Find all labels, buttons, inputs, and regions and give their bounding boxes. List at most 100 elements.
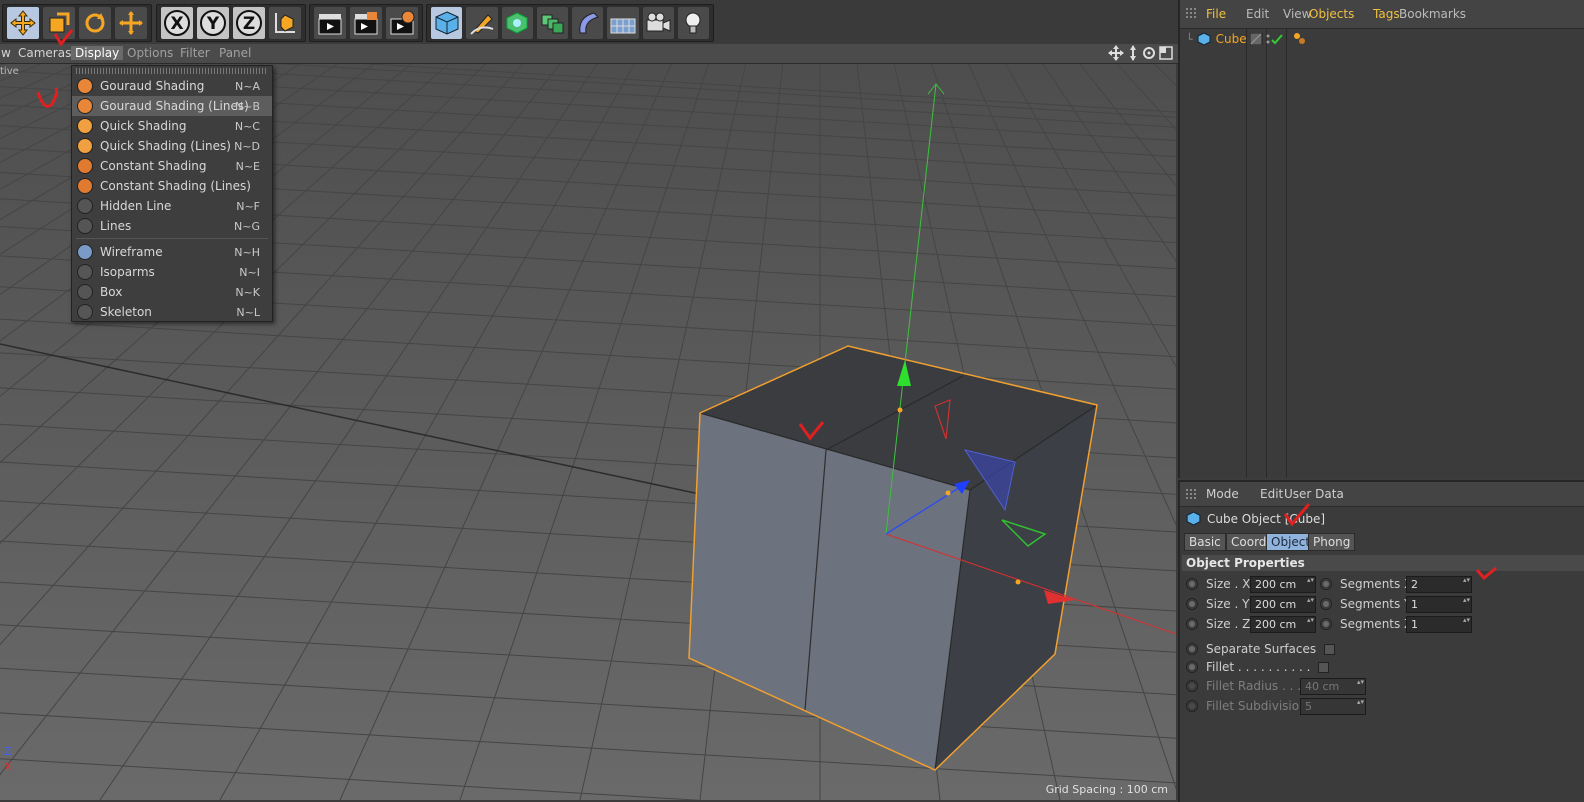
x-axis-button[interactable]: X <box>161 7 193 39</box>
rotate-tool-button[interactable] <box>79 7 111 39</box>
display-menu-item[interactable]: Isoparms N~I <box>72 262 272 282</box>
tab-phong[interactable]: Phong <box>1308 533 1356 551</box>
viewport-menu-view[interactable]: w <box>0 46 15 60</box>
display-menu-item[interactable]: Constant Shading (Lines) <box>72 176 272 196</box>
segments-x-animate-toggle[interactable] <box>1320 578 1332 590</box>
live-selection-button[interactable] <box>115 7 147 39</box>
attributes-menu-mode[interactable]: Mode <box>1206 487 1239 501</box>
display-menu-item[interactable]: Hidden Line N~F <box>72 196 272 216</box>
camera-button[interactable] <box>642 7 674 39</box>
object-name-cube[interactable]: Cube <box>1216 32 1247 46</box>
display-menu-item[interactable]: Constant Shading N~E <box>72 156 272 176</box>
fillet-radius-row: Fillet Radius . . . . <box>1186 679 1309 693</box>
floor-button[interactable] <box>607 7 639 39</box>
visibility-toggles[interactable] <box>1250 33 1284 45</box>
fillet-subdivision-field: 5 <box>1300 698 1366 715</box>
render-picture-viewer-button[interactable] <box>350 7 382 39</box>
z-axis-icon: Z <box>236 10 262 36</box>
tool-group-transform <box>2 4 152 42</box>
objects-menu-objects[interactable]: Objects <box>1309 7 1354 21</box>
viewport-menu-filter[interactable]: Filter <box>176 46 214 60</box>
size-x-field[interactable]: 200 cm <box>1250 576 1316 593</box>
objects-menu-edit[interactable]: Edit <box>1246 7 1269 21</box>
size-y-field[interactable]: 200 cm <box>1250 596 1316 613</box>
separate-surfaces-row: Separate Surfaces <box>1186 642 1336 656</box>
display-menu-item[interactable]: Box N~K <box>72 282 272 302</box>
display-menu-item-shortcut: N~K <box>235 285 260 299</box>
move-arrows-icon <box>10 10 36 36</box>
separate-surfaces-animate-toggle[interactable] <box>1186 643 1198 655</box>
segments-x-field[interactable]: 2 <box>1406 576 1472 593</box>
svg-text:Z: Z <box>243 14 255 34</box>
z-axis-button[interactable]: Z <box>233 7 265 39</box>
objects-menu-file[interactable]: File <box>1206 7 1226 21</box>
viewport-menu-options[interactable]: Options <box>123 46 177 60</box>
tab-basic[interactable]: Basic <box>1184 533 1226 551</box>
viewport-menu-cameras[interactable]: Cameras <box>14 46 75 60</box>
light-bulb-icon <box>685 12 701 34</box>
viewport-menu-display[interactable]: Display <box>71 46 124 60</box>
size-z-row: Size . Z <box>1186 617 1250 631</box>
viewport-navigation-icons[interactable] <box>1108 45 1174 62</box>
tag-icon[interactable] <box>1292 32 1308 46</box>
segments-y-field[interactable]: 1 <box>1406 596 1472 613</box>
shading-mode-icon <box>77 264 93 280</box>
display-menu-item-label: Skeleton <box>100 305 152 319</box>
attributes-menu-edit[interactable]: Edit <box>1260 487 1283 501</box>
objects-menu-bar: File Edit View Objects Tags Bookmarks <box>1180 0 1584 29</box>
add-cube-button[interactable] <box>431 7 463 39</box>
size-x-animate-toggle[interactable] <box>1186 578 1198 590</box>
display-menu-item[interactable]: Skeleton N~L <box>72 302 272 322</box>
display-menu-item[interactable]: Quick Shading (Lines) N~D <box>72 136 272 156</box>
display-menu-item[interactable]: Gouraud Shading (Lines) N~B <box>72 96 272 116</box>
size-z-field[interactable]: 200 cm <box>1250 616 1316 633</box>
separate-surfaces-checkbox[interactable] <box>1324 643 1336 655</box>
object-row-cube[interactable]: └ Cube <box>1180 30 1584 48</box>
panel-grip-icon[interactable] <box>1186 8 1198 20</box>
size-y-animate-toggle[interactable] <box>1186 598 1198 610</box>
attributes-title-text: Cube Object [Cube] <box>1207 511 1326 526</box>
coordinate-system-button[interactable] <box>269 7 301 39</box>
move-tool-button[interactable] <box>7 7 39 39</box>
bend-deformer-icon <box>578 12 599 34</box>
panel-grip-icon[interactable] <box>1186 489 1198 501</box>
light-button[interactable] <box>677 7 709 39</box>
shading-mode-icon <box>77 158 93 174</box>
render-settings-button[interactable] <box>386 7 418 39</box>
fillet-animate-toggle[interactable] <box>1186 661 1198 673</box>
display-menu-item-label: Gouraud Shading <box>100 79 205 93</box>
size-y-label: Size . Y <box>1206 597 1250 611</box>
shading-mode-icon <box>77 304 93 320</box>
objects-menu-view[interactable]: View <box>1283 7 1311 21</box>
scale-tool-button[interactable] <box>43 7 75 39</box>
deformer-button[interactable] <box>572 7 604 39</box>
world-axis-x-label: X <box>4 760 12 773</box>
display-menu-item[interactable]: Wireframe N~H <box>72 242 272 262</box>
segments-y-animate-toggle[interactable] <box>1320 598 1332 610</box>
attributes-menu-user-data[interactable]: User Data <box>1284 487 1344 501</box>
segments-z-animate-toggle[interactable] <box>1320 618 1332 630</box>
objects-menu-bookmarks[interactable]: Bookmarks <box>1399 7 1466 21</box>
segments-z-field[interactable]: 1 <box>1406 616 1472 633</box>
section-header-text: Object Properties <box>1186 556 1305 570</box>
array-button[interactable] <box>536 7 568 39</box>
y-axis-button[interactable]: Y <box>197 7 229 39</box>
menu-tear-off-grip[interactable] <box>76 68 268 74</box>
objects-menu-tags[interactable]: Tags <box>1373 7 1400 21</box>
render-view-button[interactable] <box>314 7 346 39</box>
display-menu-item[interactable]: Quick Shading N~C <box>72 116 272 136</box>
segments-y-label: Segments Y <box>1340 597 1412 611</box>
size-z-animate-toggle[interactable] <box>1186 618 1198 630</box>
display-menu-item[interactable]: Gouraud Shading N~A <box>72 76 272 96</box>
display-menu-item[interactable]: Lines N~G <box>72 216 272 236</box>
shading-mode-icon <box>77 244 93 260</box>
viewport-menu-panel[interactable]: Panel <box>215 46 255 60</box>
zoom-icon <box>1130 45 1136 61</box>
world-axis-z-label: Z <box>4 745 12 758</box>
pen-tool-button[interactable] <box>466 7 498 39</box>
shading-mode-icon <box>77 98 93 114</box>
fillet-checkbox[interactable] <box>1318 661 1330 673</box>
menu-separator <box>76 238 268 239</box>
subdivision-surface-button[interactable] <box>501 7 533 39</box>
display-menu-item-label: Wireframe <box>100 245 163 259</box>
